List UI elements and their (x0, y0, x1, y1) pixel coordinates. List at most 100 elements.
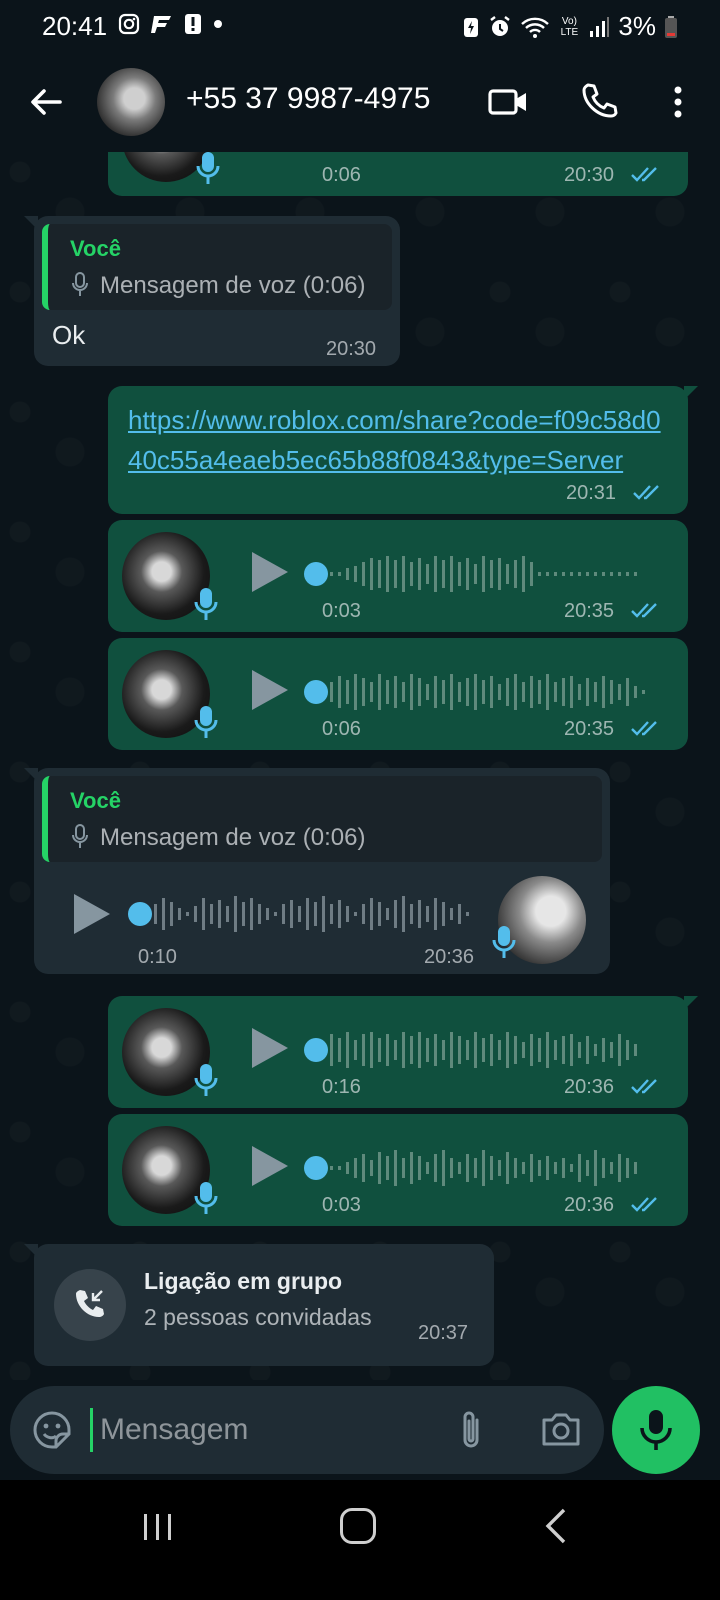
quoted-sender: Você (70, 236, 121, 261)
voice-message[interactable]: 0:06 20:30 (108, 152, 688, 196)
voice-call-icon[interactable] (580, 82, 618, 120)
wifi-icon (521, 17, 550, 38)
read-ticks-icon (631, 167, 657, 182)
group-call-card[interactable]: Ligação em grupo 2 pessoas convidadas 20… (24, 1244, 494, 1366)
home-icon[interactable] (340, 1508, 376, 1544)
signal-icon (590, 16, 610, 37)
camera-icon[interactable] (540, 1410, 582, 1450)
read-ticks-icon (631, 603, 657, 618)
voice-message[interactable]: 0:03 20:35 (108, 520, 688, 632)
status-time: 20:41 (42, 11, 108, 41)
instagram-icon (118, 13, 140, 35)
mic-icon (72, 272, 88, 296)
voice-duration: 0:06 (322, 718, 361, 740)
reply-voice-message[interactable]: Você Mensagem de voz (0:06) 0:10 20:36 (24, 768, 610, 974)
message-text: Ok (52, 320, 86, 350)
status-notification-icons (118, 13, 224, 35)
chat-header: +55 37 9987-4975 (0, 52, 720, 152)
contact-name[interactable]: +55 37 9987-4975 (186, 82, 430, 116)
recent-apps-icon[interactable] (142, 1512, 174, 1542)
voice-message[interactable]: 0:06 20:35 (108, 638, 688, 750)
read-ticks-icon (631, 1079, 657, 1094)
network-type-label: Vo) LTE (560, 15, 579, 38)
system-navigation-bar (0, 1480, 720, 1600)
play-icon[interactable] (250, 1026, 290, 1070)
mic-icon (72, 824, 88, 848)
message-time: 20:37 (418, 1322, 469, 1344)
voice-duration: 0:10 (138, 946, 177, 968)
voice-duration: 0:16 (322, 1076, 361, 1098)
attach-icon[interactable] (458, 1408, 484, 1452)
dot-icon (214, 20, 222, 28)
read-ticks-icon (631, 721, 657, 736)
message-time: 20:36 (424, 946, 475, 968)
f-app-icon (151, 16, 171, 33)
read-ticks-icon (631, 1197, 657, 1212)
playback-scrubber[interactable] (304, 680, 328, 704)
message-input[interactable] (100, 1408, 430, 1452)
mic-icon (492, 926, 516, 958)
message-time: 20:35 (564, 718, 615, 740)
quoted-text: Mensagem de voz (0:06) (100, 272, 366, 299)
chat-area[interactable]: 0:06 20:30 Você Mensagem de voz (0:06) O… (0, 152, 720, 1380)
play-icon[interactable] (72, 892, 112, 936)
playback-scrubber[interactable] (304, 1038, 328, 1062)
playback-scrubber[interactable] (128, 902, 152, 926)
record-voice-button[interactable] (612, 1386, 700, 1474)
status-system-icons: Vo) LTE 3% (462, 11, 678, 42)
message-composer (10, 1386, 604, 1474)
waveform[interactable] (154, 894, 484, 934)
mic-icon (194, 1182, 218, 1214)
voice-message[interactable]: 0:16 20:36 (108, 996, 698, 1108)
mic-icon (194, 588, 218, 620)
message-time: 20:36 (564, 1194, 615, 1216)
mic-icon (196, 152, 220, 184)
message-time: 20:30 (326, 338, 377, 360)
waveform[interactable] (330, 554, 670, 594)
incoming-call-icon (76, 1290, 104, 1317)
mic-icon (194, 706, 218, 738)
voice-duration: 0:03 (322, 1194, 361, 1216)
text-cursor (90, 1408, 93, 1452)
waveform[interactable] (330, 672, 670, 712)
playback-scrubber[interactable] (304, 562, 328, 586)
contact-avatar[interactable] (97, 68, 165, 136)
battery-low-icon (665, 15, 677, 38)
play-icon[interactable] (250, 668, 290, 712)
quoted-message[interactable]: Você Mensagem de voz (0:06) (42, 776, 602, 862)
reply-message[interactable]: Você Mensagem de voz (0:06) Ok 20:30 (24, 216, 400, 366)
alarm-icon (490, 15, 511, 36)
mic-icon (640, 1410, 672, 1450)
play-icon[interactable] (250, 550, 290, 594)
read-ticks-icon (633, 485, 659, 500)
message-link[interactable]: https://www.roblox.com/share?code=f09c58… (128, 400, 668, 480)
call-title: Ligação em grupo (144, 1268, 343, 1294)
nav-back-icon[interactable] (544, 1508, 568, 1544)
message-time: 20:35 (564, 600, 615, 622)
sticker-emoji-icon[interactable] (32, 1410, 72, 1450)
voice-message[interactable]: 0:03 20:36 (108, 1114, 688, 1226)
link-message[interactable]: https://www.roblox.com/share?code=f09c58… (108, 386, 698, 514)
quoted-text: Mensagem de voz (0:06) (100, 824, 366, 851)
playback-scrubber[interactable] (304, 1156, 328, 1180)
missed-call-badge (54, 1269, 126, 1341)
status-bar: 20:41 Vo) LTE 3% (0, 0, 720, 52)
alert-icon (185, 14, 201, 34)
call-subtitle: 2 pessoas convidadas (144, 1304, 372, 1330)
message-time: 20:30 (564, 164, 615, 186)
quoted-sender: Você (70, 788, 121, 813)
battery-percent: 3% (618, 11, 656, 41)
message-time: 20:36 (564, 1076, 615, 1098)
mic-icon (194, 1064, 218, 1096)
message-time: 20:31 (566, 482, 617, 504)
more-vert-icon[interactable] (666, 82, 690, 122)
waveform[interactable] (330, 1148, 670, 1188)
quoted-message[interactable]: Você Mensagem de voz (0:06) (42, 224, 392, 310)
battery-saver-icon (464, 17, 479, 37)
play-icon[interactable] (250, 1144, 290, 1188)
voice-duration: 0:06 (322, 164, 361, 186)
video-call-icon[interactable] (488, 86, 528, 118)
voice-duration: 0:03 (322, 600, 361, 622)
waveform[interactable] (330, 1030, 670, 1070)
back-arrow-icon[interactable] (28, 84, 64, 120)
